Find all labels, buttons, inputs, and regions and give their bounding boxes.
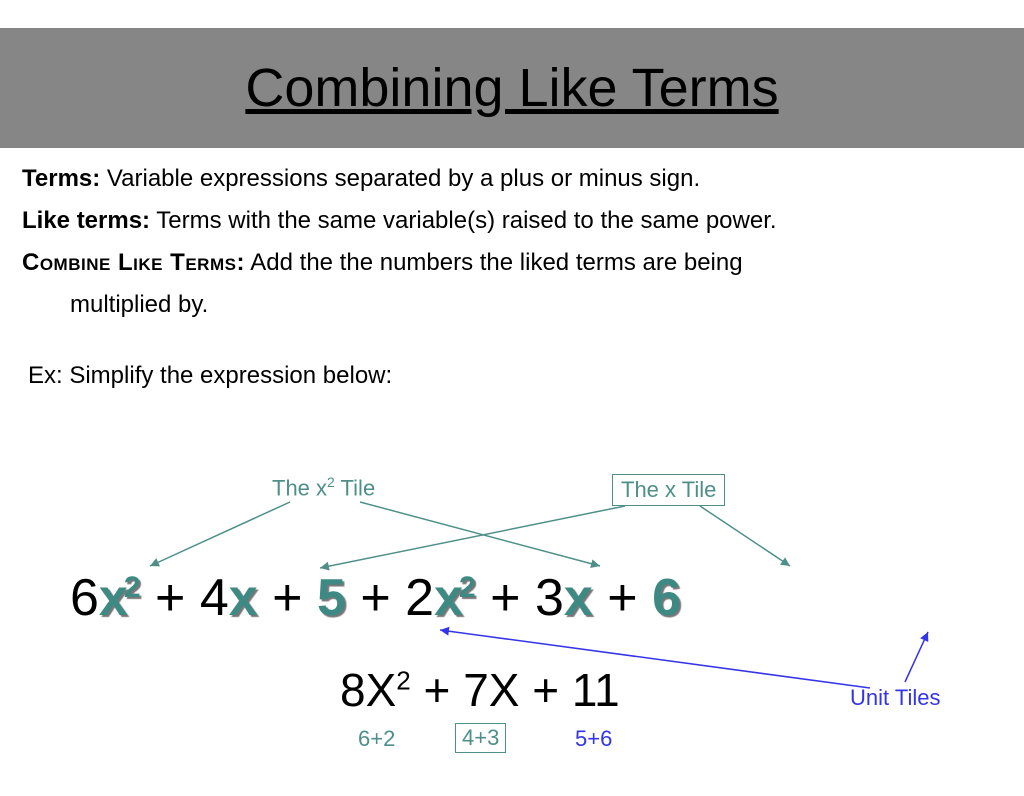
term1-exp: 2: [124, 571, 141, 604]
def-combine-cont: multiplied by.: [22, 290, 1002, 320]
sum-x: 4+3: [455, 723, 506, 753]
def-like-text: Terms with the same variable(s) raised t…: [150, 207, 776, 234]
plus-2: +: [272, 569, 317, 627]
result-b: 7: [463, 664, 489, 716]
term1-coef: 6: [70, 569, 99, 627]
def-terms-label: Terms:: [22, 165, 100, 192]
term3-const: 5: [317, 569, 346, 627]
plus-3: +: [360, 569, 405, 627]
result-a: 8: [340, 664, 366, 716]
term5-var: x: [564, 569, 593, 627]
slide-title: Combining Like Terms: [245, 57, 778, 119]
def-like-label: Like terms:: [22, 207, 150, 234]
def-combine: Combine Like Terms: Add the the numbers …: [22, 248, 1002, 278]
plus-4: +: [490, 569, 535, 627]
annot-x2-tile: The x2 Tile: [272, 474, 375, 501]
result-c: 11: [572, 664, 620, 716]
plus-5: +: [607, 569, 652, 627]
result-ea: 2: [396, 666, 410, 696]
definitions: Terms: Variable expressions separated by…: [0, 148, 1024, 320]
annot-x2-tile-after: Tile: [335, 475, 375, 500]
plus-1: +: [155, 569, 200, 627]
term4-coef: 2: [405, 569, 434, 627]
result-xa: X: [366, 664, 397, 716]
sum-x2: 6+2: [358, 726, 395, 752]
result-plus1: +: [411, 664, 463, 716]
title-bar: Combining Like Terms: [0, 28, 1024, 148]
annot-x-tile: The x Tile: [612, 474, 725, 506]
def-combine-text-a: Add the the numbers the liked terms are …: [245, 249, 743, 276]
result-plus2: +: [519, 664, 571, 716]
term6-const: 6: [652, 569, 681, 627]
example-prompt: Ex: Simplify the expression below:: [0, 332, 1024, 390]
annot-x2-tile-text: The x: [272, 475, 327, 500]
annot-unit-tiles: Unit Tiles: [850, 685, 940, 711]
expression: 6x2 + 4x + 5 + 2x2 + 3x + 6: [70, 568, 1004, 628]
term2-var: x: [229, 569, 258, 627]
def-terms: Terms: Variable expressions separated by…: [22, 164, 1002, 194]
def-combine-label: Combine Like Terms:: [22, 249, 245, 276]
term4-exp: 2: [459, 571, 476, 604]
def-combine-text-b: multiplied by.: [70, 291, 208, 318]
term2-coef: 4: [200, 569, 229, 627]
sum-const: 5+6: [575, 726, 612, 752]
term5-coef: 3: [535, 569, 564, 627]
result-expression: 8X2 + 7X + 11: [340, 663, 620, 717]
result-xb: X: [489, 664, 520, 716]
def-like-terms: Like terms: Terms with the same variable…: [22, 206, 1002, 236]
annot-x2-tile-sup: 2: [327, 474, 335, 490]
def-terms-text: Variable expressions separated by a plus…: [100, 165, 700, 192]
